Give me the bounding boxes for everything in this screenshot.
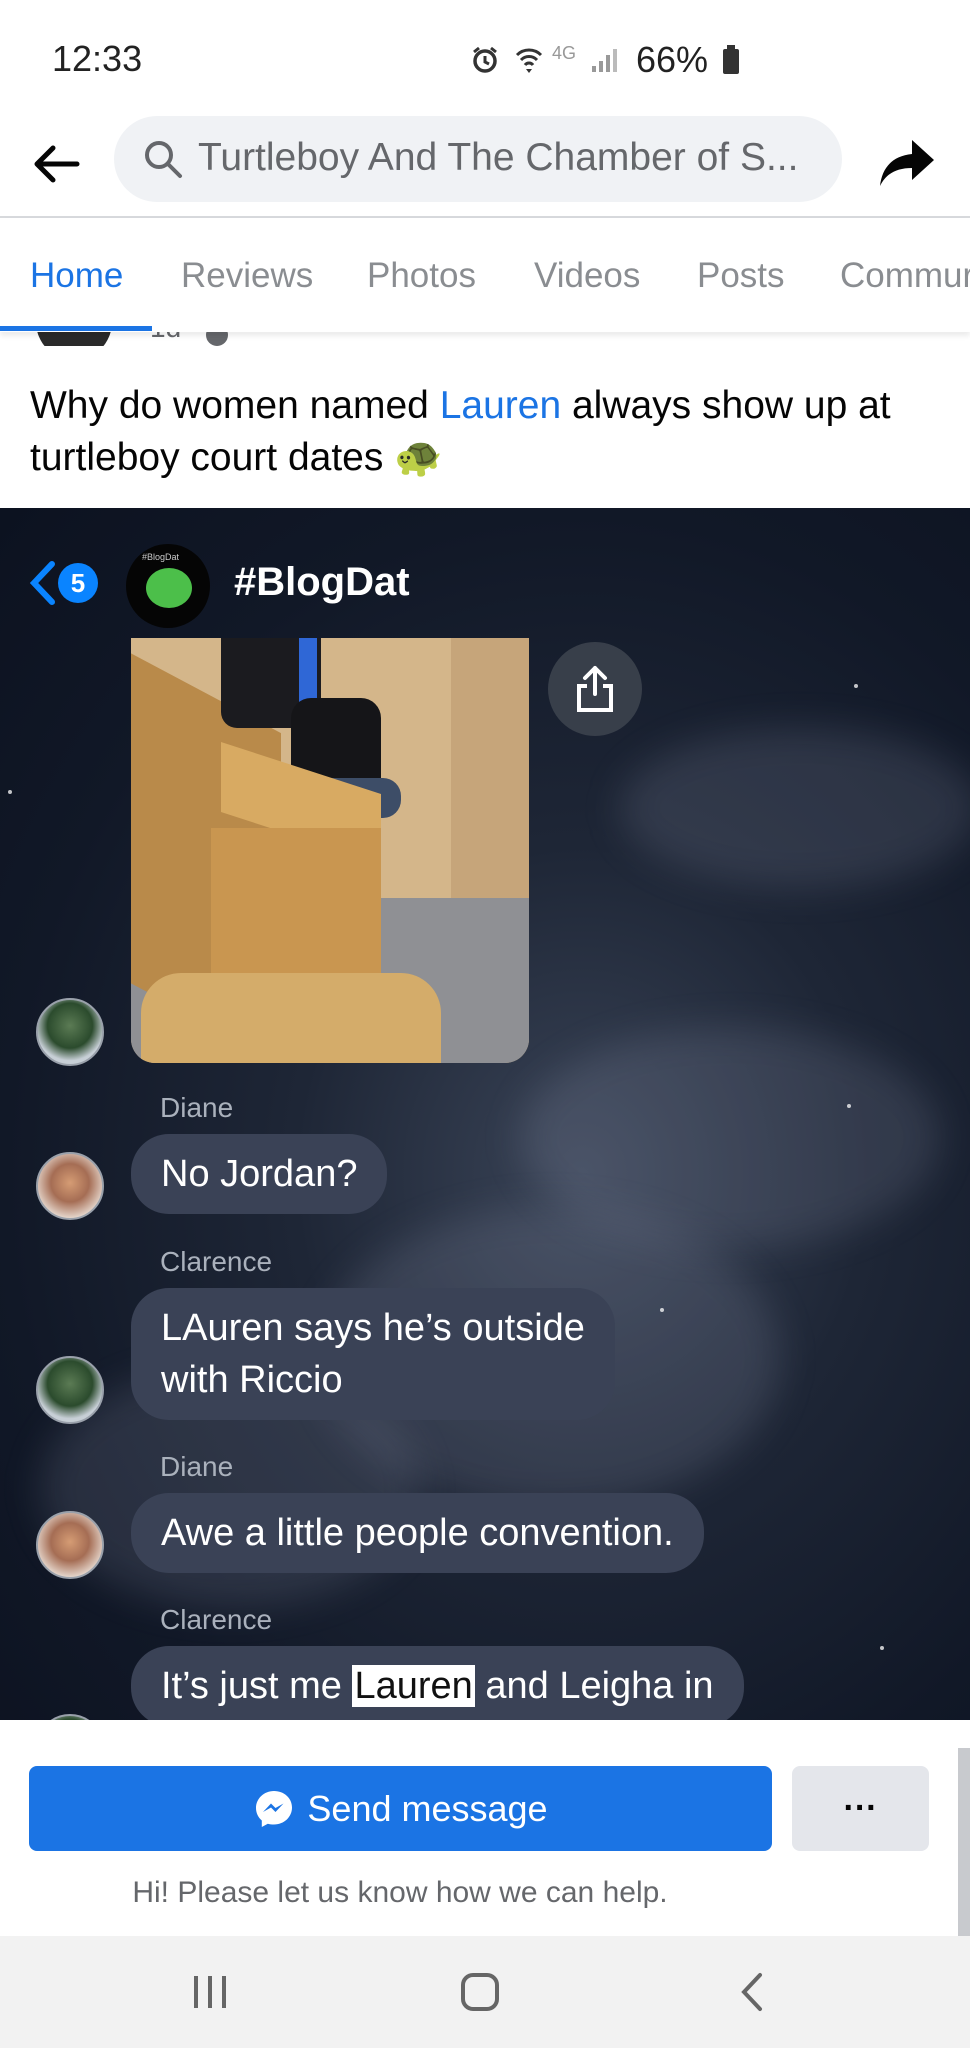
post-image[interactable]: 5 #BlogDat #BlogDat Diane No Jordan? Cla… bbox=[0, 508, 970, 1720]
home-button[interactable] bbox=[450, 1966, 510, 2018]
mention-link[interactable]: Lauren bbox=[440, 384, 561, 427]
star bbox=[8, 790, 12, 794]
status-time: 12:33 bbox=[52, 38, 143, 79]
background-cloud bbox=[620, 728, 970, 888]
star bbox=[880, 1646, 884, 1650]
tab-posts[interactable]: Posts bbox=[697, 256, 785, 296]
battery-icon bbox=[723, 45, 740, 74]
tab-reviews[interactable]: Reviews bbox=[181, 256, 313, 296]
post-text-start: Why do women named bbox=[30, 384, 440, 427]
tab-community[interactable]: Commur bbox=[840, 256, 970, 296]
message-text-end: and Leigha in bbox=[474, 1665, 714, 1707]
network-label: 4G bbox=[552, 42, 577, 63]
back-button[interactable] bbox=[24, 132, 88, 196]
scrollbar[interactable] bbox=[958, 1748, 970, 1936]
page-actions: Send message ··· Hi! Please let us know … bbox=[0, 1720, 970, 1936]
search-header: Turtleboy And The Chamber of S... bbox=[0, 112, 970, 218]
home-icon bbox=[461, 1973, 499, 2011]
post-header-peek: 1d bbox=[0, 332, 970, 346]
search-bar[interactable]: Turtleboy And The Chamber of S... bbox=[114, 116, 842, 202]
tab-videos[interactable]: Videos bbox=[534, 256, 640, 296]
message-bubble: No Jordan? bbox=[131, 1134, 388, 1214]
send-message-label: Send message bbox=[307, 1787, 548, 1829]
message-sender: Diane bbox=[160, 1092, 234, 1123]
alarm-icon bbox=[473, 46, 497, 73]
group-name: #BlogDat bbox=[234, 560, 410, 604]
battery-percent: 66% bbox=[636, 39, 709, 80]
tab-photos[interactable]: Photos bbox=[367, 256, 476, 296]
star bbox=[660, 1308, 664, 1312]
recent-apps-icon bbox=[194, 1976, 226, 2008]
system-nav-bar bbox=[0, 1936, 970, 2048]
avatar bbox=[36, 998, 104, 1066]
star bbox=[854, 684, 858, 688]
message-bubble: Awe a little people convention. bbox=[131, 1493, 704, 1573]
recent-apps-button[interactable] bbox=[180, 1966, 240, 2018]
messenger-icon bbox=[256, 1790, 293, 1827]
message-sender: Clarence bbox=[160, 1246, 273, 1277]
status-bar: 12:33 4G 66% bbox=[0, 0, 970, 112]
status-icons: 4G 66% bbox=[470, 38, 740, 82]
post-text: Why do women named Lauren always show up… bbox=[30, 380, 940, 484]
message-line: with Riccio bbox=[161, 1359, 343, 1401]
courtroom-photo bbox=[131, 638, 529, 1063]
message-line: LAuren says he’s outside bbox=[161, 1307, 585, 1349]
page-tabs: Home Reviews Photos Videos Posts Commur bbox=[0, 218, 970, 332]
post-time: 1d bbox=[150, 332, 181, 344]
search-text: Turtleboy And The Chamber of S... bbox=[198, 136, 799, 179]
share-button[interactable] bbox=[872, 128, 942, 198]
system-back-button[interactable] bbox=[722, 1966, 782, 2018]
more-options-button[interactable]: ··· bbox=[792, 1766, 929, 1851]
message-sender: Diane bbox=[160, 1451, 234, 1482]
image-share-button[interactable] bbox=[548, 642, 642, 736]
send-message-button[interactable]: Send message bbox=[29, 1766, 772, 1851]
share-icon bbox=[880, 140, 934, 186]
group-avatar-label: #BlogDat bbox=[142, 552, 180, 562]
chat-back-button[interactable]: 5 bbox=[28, 560, 98, 606]
tab-home[interactable]: Home bbox=[30, 256, 123, 296]
star bbox=[847, 1104, 851, 1108]
avatar bbox=[36, 1152, 104, 1220]
avatar bbox=[36, 1511, 104, 1579]
message-text-start: It’s just me bbox=[161, 1665, 353, 1707]
highlighted-word: Lauren bbox=[352, 1665, 475, 1707]
unread-badge: 5 bbox=[58, 563, 98, 603]
message-sender: Clarence bbox=[160, 1604, 273, 1635]
helper-text: Hi! Please let us know how we can help. bbox=[132, 1876, 668, 1909]
avatar bbox=[36, 1356, 104, 1424]
message-bubble: It’s just me Lauren and Leigha in bbox=[131, 1646, 744, 1720]
back-chevron-icon bbox=[741, 1973, 762, 2011]
message-bubble: LAuren says he’s outside with Riccio bbox=[131, 1288, 615, 1420]
active-tab-indicator bbox=[0, 326, 152, 331]
back-arrow-icon bbox=[34, 145, 80, 183]
upload-share-icon bbox=[577, 666, 613, 712]
turtle-logo bbox=[146, 568, 192, 608]
avatar[interactable] bbox=[36, 332, 112, 346]
group-avatar: #BlogDat bbox=[126, 544, 210, 628]
globe-icon bbox=[206, 332, 228, 346]
signal-icon bbox=[592, 49, 618, 72]
chevron-left-icon bbox=[29, 561, 55, 605]
search-icon bbox=[145, 141, 182, 178]
wifi-icon bbox=[515, 48, 543, 73]
